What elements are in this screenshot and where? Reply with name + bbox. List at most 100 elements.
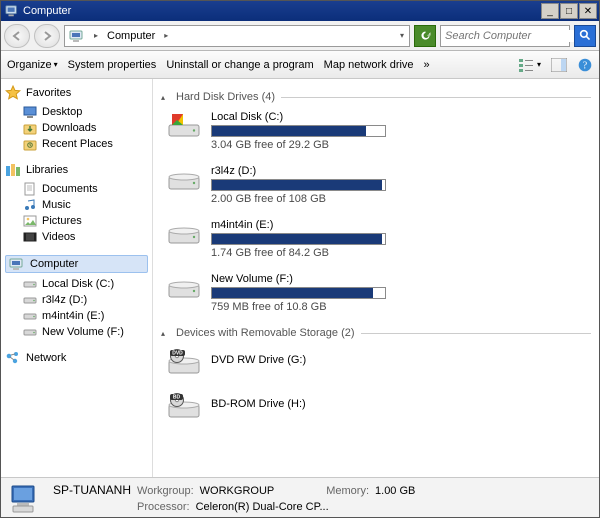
sidebar-header-favorites[interactable]: Favorites: [5, 85, 148, 101]
sidebar-group-network: Network: [5, 350, 148, 366]
sidebar-item-downloads[interactable]: Downloads: [5, 120, 148, 136]
section-removable[interactable]: ▴ Devices with Removable Storage (2): [161, 327, 591, 339]
sidebar-group-favorites: Favorites Desktop Downloads Recent Place…: [5, 85, 148, 152]
drive-icon: [167, 165, 201, 193]
search-input[interactable]: [441, 30, 592, 42]
sidebar-item-drive-f[interactable]: New Volume (F:): [5, 324, 148, 340]
titlebar: Computer _ □ ✕: [1, 1, 599, 21]
sidebar-header-libraries[interactable]: Libraries: [5, 162, 148, 178]
search-button[interactable]: [574, 25, 596, 47]
drive-icon: [23, 293, 37, 307]
pictures-icon: [23, 214, 37, 228]
sidebar-group-libraries: Libraries Documents Music Pictures Video…: [5, 162, 148, 245]
drive-d[interactable]: r3l4z (D:) 2.00 GB free of 108 GB: [167, 165, 591, 205]
sidebar-item-drive-c[interactable]: Local Disk (C:): [5, 276, 148, 292]
drive-name: r3l4z (D:): [211, 165, 386, 177]
toolbar: Organize▾ System properties Uninstall or…: [1, 51, 599, 79]
window-title: Computer: [23, 5, 540, 17]
sidebar-group-computer: Computer Local Disk (C:) r3l4z (D:) m4in…: [5, 255, 148, 340]
sidebar-item-desktop[interactable]: Desktop: [5, 104, 148, 120]
status-memory: 1.00 GB: [375, 485, 415, 497]
status-processor: Celeron(R) Dual-Core CP...: [196, 501, 329, 513]
drive-icon: [23, 325, 37, 339]
sidebar-header-computer[interactable]: Computer: [5, 255, 148, 273]
preview-pane-button[interactable]: [551, 57, 567, 73]
downloads-icon: [23, 121, 37, 135]
drive-bd-h[interactable]: BD BD-ROM Drive (H:): [167, 391, 591, 419]
usage-bar: [211, 179, 386, 191]
videos-icon: [23, 230, 37, 244]
sidebar-item-recent[interactable]: Recent Places: [5, 136, 148, 152]
status-processor-label: Processor:: [137, 501, 190, 513]
sidebar-item-drive-e[interactable]: m4int4in (E:): [5, 308, 148, 324]
status-memory-label: Memory:: [326, 485, 369, 497]
navbar: ▸ Computer ▸ ▾: [1, 21, 599, 51]
sidebar-item-pictures[interactable]: Pictures: [5, 213, 148, 229]
sidebar-item-drive-d[interactable]: r3l4z (D:): [5, 292, 148, 308]
address-history-dropdown[interactable]: ▾: [395, 31, 409, 40]
status-workgroup-label: Workgroup:: [137, 485, 194, 497]
main-pane: ▴ Hard Disk Drives (4) Local Disk (C:) 3…: [153, 79, 599, 477]
back-button[interactable]: [4, 24, 30, 48]
organize-menu[interactable]: Organize▾: [7, 59, 58, 71]
minimize-button[interactable]: _: [541, 3, 559, 19]
bd-drive-icon: BD: [167, 391, 201, 419]
address-segment-computer[interactable]: ▸ Computer ▸: [65, 26, 177, 46]
sidebar-header-network[interactable]: Network: [5, 350, 148, 366]
drive-f[interactable]: New Volume (F:) 759 MB free of 10.8 GB: [167, 273, 591, 313]
address-bar[interactable]: ▸ Computer ▸ ▾: [64, 25, 410, 47]
address-location: Computer: [107, 30, 155, 42]
sidebar-item-videos[interactable]: Videos: [5, 229, 148, 245]
status-workgroup: WORKGROUP: [200, 485, 275, 497]
drive-icon: [167, 219, 201, 247]
usage-bar: [211, 287, 386, 299]
chevron-right-icon[interactable]: ▸: [89, 31, 103, 40]
toolbar-overflow[interactable]: »: [424, 59, 430, 71]
chevron-down-icon: ▾: [54, 60, 58, 69]
svg-text:?: ?: [583, 60, 588, 71]
drive-name: m4int4in (E:): [211, 219, 386, 231]
preview-pane-icon: [551, 57, 567, 73]
sidebar-item-music[interactable]: Music: [5, 197, 148, 213]
libraries-icon: [5, 162, 21, 178]
view-options-button[interactable]: ▾: [519, 57, 541, 73]
sidebar: Favorites Desktop Downloads Recent Place…: [1, 79, 153, 477]
computer-icon: [69, 28, 85, 44]
desktop-icon: [23, 105, 37, 119]
network-icon: [5, 350, 21, 366]
close-button[interactable]: ✕: [579, 3, 597, 19]
usage-fill: [212, 126, 366, 136]
drive-name: New Volume (F:): [211, 273, 386, 285]
drive-local-disk-c[interactable]: Local Disk (C:) 3.04 GB free of 29.2 GB: [167, 111, 591, 151]
drive-dvd-g[interactable]: DVD DVD RW Drive (G:): [167, 347, 591, 375]
chevron-down-icon: ▾: [537, 60, 541, 69]
music-icon: [23, 198, 37, 212]
system-properties-button[interactable]: System properties: [68, 59, 157, 71]
drive-free-text: 1.74 GB free of 84.2 GB: [211, 247, 386, 259]
usage-fill: [212, 180, 382, 190]
maximize-button[interactable]: □: [560, 3, 578, 19]
section-hdd[interactable]: ▴ Hard Disk Drives (4): [161, 91, 591, 103]
map-network-drive-button[interactable]: Map network drive: [324, 59, 414, 71]
star-icon: [5, 85, 21, 101]
documents-icon: [23, 182, 37, 196]
divider: [361, 333, 591, 334]
drive-icon: [167, 273, 201, 301]
uninstall-program-button[interactable]: Uninstall or change a program: [166, 59, 313, 71]
help-icon: ?: [577, 57, 593, 73]
drive-e[interactable]: m4int4in (E:) 1.74 GB free of 84.2 GB: [167, 219, 591, 259]
sidebar-item-documents[interactable]: Documents: [5, 181, 148, 197]
svg-text:BD: BD: [173, 395, 181, 401]
collapse-icon: ▴: [161, 329, 170, 338]
computer-icon: [9, 483, 43, 513]
dvd-drive-icon: DVD: [167, 347, 201, 375]
usage-bar: [211, 125, 386, 137]
drive-free-text: 3.04 GB free of 29.2 GB: [211, 139, 386, 151]
chevron-right-icon[interactable]: ▸: [159, 31, 173, 40]
help-button[interactable]: ?: [577, 57, 593, 73]
refresh-button[interactable]: [414, 25, 436, 47]
divider: [281, 97, 591, 98]
drive-icon: [23, 309, 37, 323]
forward-button[interactable]: [34, 24, 60, 48]
search-box[interactable]: [440, 25, 570, 47]
